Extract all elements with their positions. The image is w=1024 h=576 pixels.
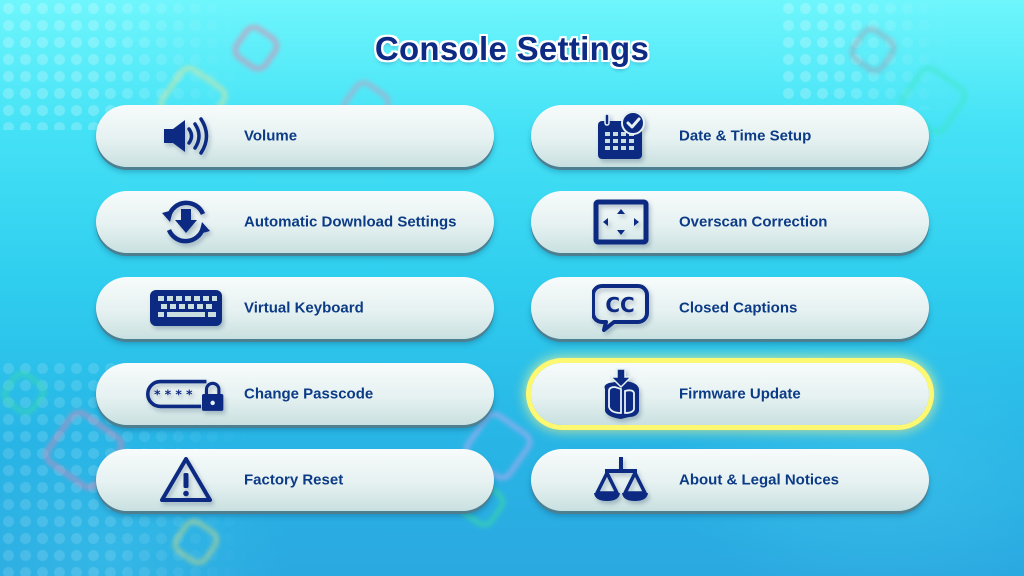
closed-captions-icon: CC: [581, 280, 661, 336]
svg-text:*: *: [154, 386, 161, 401]
menu-item-about-legal-notices[interactable]: About & Legal Notices: [531, 449, 929, 511]
menu-item-closed-captions[interactable]: CC Closed Captions: [531, 277, 929, 339]
menu-item-volume[interactable]: Volume: [96, 105, 494, 167]
calendar-clock-icon: [581, 108, 661, 164]
menu-item-overscan-correction[interactable]: Overscan Correction: [531, 191, 929, 253]
menu-item-label: Firmware Update: [679, 385, 801, 403]
svg-text:*: *: [175, 386, 182, 401]
menu-item-label: Closed Captions: [679, 299, 798, 317]
passcode-lock-icon: * * * *: [146, 366, 226, 422]
overscan-frame-icon: [581, 194, 661, 250]
menu-item-date-time-setup[interactable]: Date & Time Setup: [531, 105, 929, 167]
menu-item-label: Volume: [244, 127, 298, 145]
menu-item-virtual-keyboard[interactable]: Virtual Keyboard: [96, 277, 494, 339]
auto-download-sync-icon: [146, 194, 226, 250]
menu-item-label: About & Legal Notices: [679, 471, 840, 489]
menu-item-firmware-update[interactable]: Firmware Update: [531, 363, 929, 425]
menu-item-label: Date & Time Setup: [679, 127, 812, 145]
decorative-square: [168, 514, 224, 570]
firmware-update-icon: [581, 366, 661, 422]
legal-scales-icon: [581, 452, 661, 508]
menu-item-label: Overscan Correction: [679, 213, 828, 231]
warning-triangle-icon: [146, 452, 226, 508]
menu-item-label: Virtual Keyboard: [244, 299, 364, 317]
menu-item-label: Change Passcode: [244, 385, 374, 403]
menu-item-automatic-download-settings[interactable]: Automatic Download Settings: [96, 191, 494, 253]
svg-text:*: *: [165, 386, 172, 401]
menu-item-change-passcode[interactable]: * * * * Change Passcode: [96, 363, 494, 425]
svg-text:CC: CC: [605, 293, 634, 317]
menu-item-factory-reset[interactable]: Factory Reset: [96, 449, 494, 511]
page-title: Console Settings: [374, 30, 650, 67]
menu-item-label: Automatic Download Settings: [244, 213, 457, 231]
decorative-square: [0, 366, 51, 420]
speaker-volume-icon: [146, 108, 226, 164]
keyboard-icon: [146, 280, 226, 336]
menu-item-label: Factory Reset: [244, 471, 344, 489]
svg-text:*: *: [186, 386, 193, 401]
